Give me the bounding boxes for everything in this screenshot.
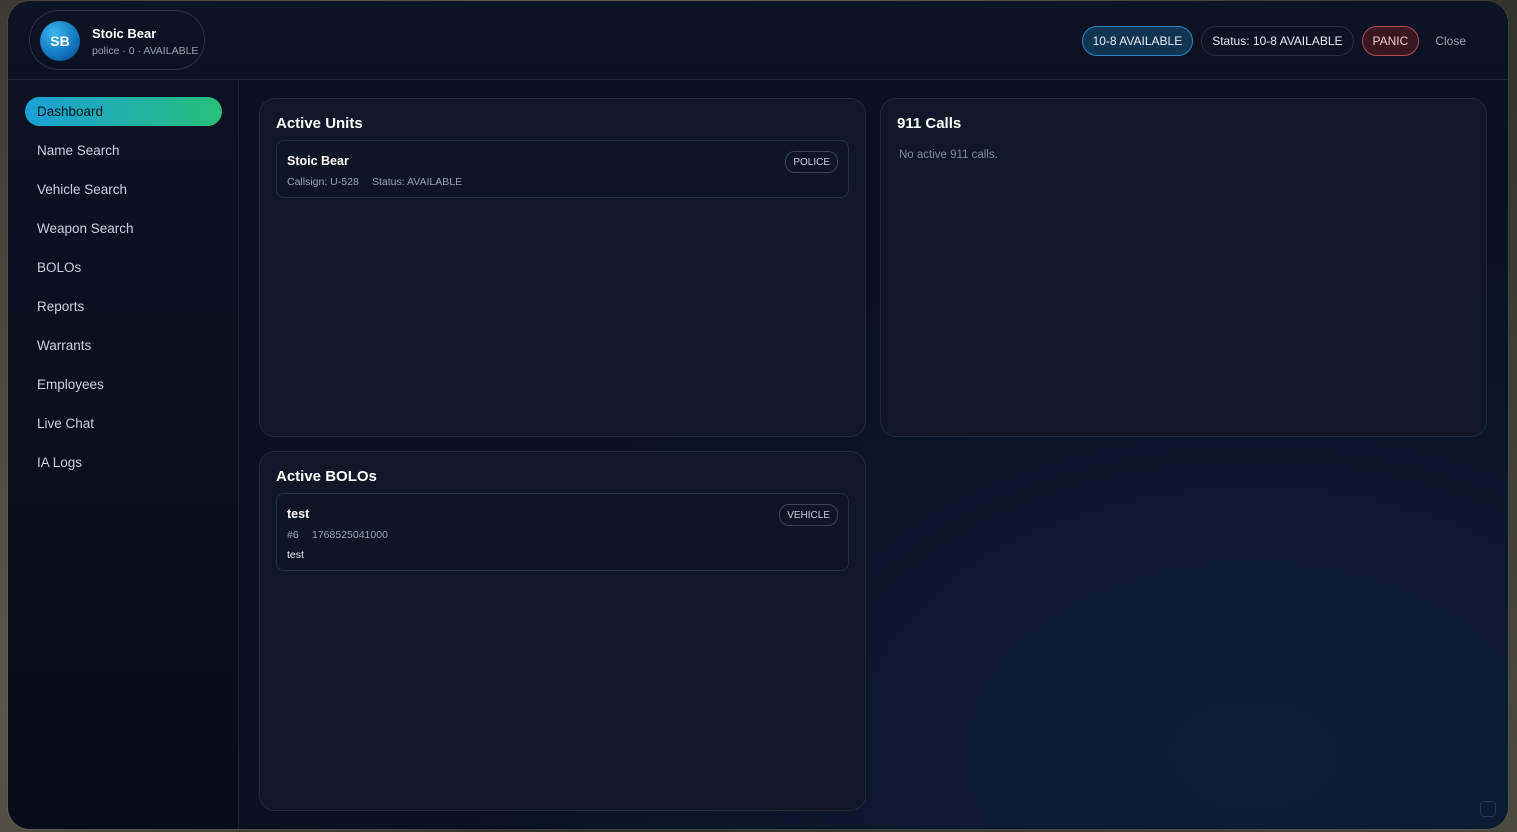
status-button[interactable]: Status: 10-8 AVAILABLE xyxy=(1201,26,1354,56)
unit-row[interactable]: Stoic Bear Callsign: U-528 Status: AVAIL… xyxy=(276,140,849,198)
sidebar-item-dashboard[interactable]: Dashboard xyxy=(25,97,222,126)
bolo-row[interactable]: test #6 1768525041000 test VEHICLE xyxy=(276,493,849,571)
header: SB Stoic Bear police · 0 · AVAILABLE 10-… xyxy=(8,1,1508,80)
sidebar-item-reports[interactable]: Reports xyxy=(25,292,222,321)
unit-type-badge: POLICE xyxy=(785,151,838,173)
sidebar-item-live-chat[interactable]: Live Chat xyxy=(25,409,222,438)
bolo-timestamp: 1768525041000 xyxy=(312,529,388,541)
sidebar-item-name-search[interactable]: Name Search xyxy=(25,136,222,165)
sidebar-nav: Dashboard Name Search Vehicle Search Wea… xyxy=(25,97,222,487)
header-actions: 10-8 AVAILABLE Status: 10-8 AVAILABLE PA… xyxy=(1081,26,1474,56)
sidebar-item-ia-logs[interactable]: IA Logs xyxy=(25,448,222,477)
sidebar-item-warrants[interactable]: Warrants xyxy=(25,331,222,360)
unit-name: Stoic Bear xyxy=(287,154,349,168)
user-subtitle: police · 0 · AVAILABLE xyxy=(92,45,199,57)
bolo-title: test xyxy=(287,507,310,521)
sidebar: Dashboard Name Search Vehicle Search Wea… xyxy=(8,80,239,829)
sidebar-item-vehicle-search[interactable]: Vehicle Search xyxy=(25,175,222,204)
bolo-id: #6 xyxy=(287,529,299,541)
card-title: Active Units xyxy=(276,115,363,132)
active-units-card: Active Units Stoic Bear Callsign: U-528 … xyxy=(259,98,866,437)
sidebar-item-weapon-search[interactable]: Weapon Search xyxy=(25,214,222,243)
user-name: Stoic Bear xyxy=(92,26,157,41)
user-profile[interactable]: SB Stoic Bear police · 0 · AVAILABLE xyxy=(29,10,205,70)
unit-status: Status: AVAILABLE xyxy=(372,176,463,188)
unit-callsign: Callsign: U-528 xyxy=(287,176,359,188)
card-title: Active BOLOs xyxy=(276,468,377,485)
main-content: Active Units Stoic Bear Callsign: U-528 … xyxy=(239,80,1508,829)
available-button[interactable]: 10-8 AVAILABLE xyxy=(1081,26,1194,56)
sidebar-item-bolos[interactable]: BOLOs xyxy=(25,253,222,282)
calls-card: 911 Calls No active 911 calls. xyxy=(880,98,1487,437)
card-title: 911 Calls xyxy=(897,115,962,132)
resize-handle-icon[interactable] xyxy=(1480,801,1496,817)
empty-state: No active 911 calls. xyxy=(899,149,998,161)
bolo-description: test xyxy=(287,549,304,561)
mdt-window: SB Stoic Bear police · 0 · AVAILABLE 10-… xyxy=(8,1,1508,829)
panic-button[interactable]: PANIC xyxy=(1361,26,1420,56)
sidebar-item-employees[interactable]: Employees xyxy=(25,370,222,399)
bolos-card: Active BOLOs test #6 1768525041000 test … xyxy=(259,451,866,811)
avatar: SB xyxy=(40,21,80,61)
close-button[interactable]: Close xyxy=(1427,26,1474,56)
bolo-type-badge: VEHICLE xyxy=(779,504,838,526)
